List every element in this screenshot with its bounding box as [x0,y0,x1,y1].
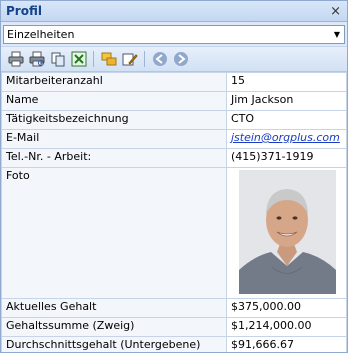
forward-icon[interactable] [172,51,189,68]
employee-photo [239,170,336,294]
table-row: Name Jim Jackson [1,91,347,111]
field-label: E-Mail [1,129,227,149]
excel-export-icon[interactable] [70,51,87,68]
profile-details-table: Mitarbeiteranzahl 15 Name Jim Jackson Tä… [1,72,347,352]
table-row: Durchschnittsgehalt (Untergebene) $91,66… [1,336,347,352]
field-label: Gehaltssumme (Zweig) [1,317,227,337]
field-label: Foto [1,167,227,299]
back-icon[interactable] [151,51,168,68]
field-label: Mitarbeiteranzahl [1,72,227,92]
field-value: $1,214,000.00 [226,317,347,337]
field-value: jstein@orgplus.com [226,129,347,149]
photo-cell [226,167,347,299]
email-link[interactable]: jstein@orgplus.com [231,131,340,144]
table-row: Tel.-Nr. - Arbeit: (415)371-1919 [1,148,347,168]
table-row: Foto [1,167,347,299]
field-value: (415)371-1919 [226,148,347,168]
toolbar [1,46,347,72]
field-label: Aktuelles Gehalt [1,298,227,318]
edit-icon[interactable] [121,51,138,68]
field-label: Tel.-Nr. - Arbeit: [1,148,227,168]
field-label: Durchschnittsgehalt (Untergebene) [1,336,227,352]
table-row: Gehaltssumme (Zweig) $1,214,000.00 [1,317,347,337]
copy-icon[interactable] [49,51,66,68]
field-label: Tätigkeitsbezeichnung [1,110,227,130]
field-value: CTO [226,110,347,130]
field-value: 15 [226,72,347,92]
table-row: E-Mail jstein@orgplus.com [1,129,347,149]
table-row: Aktuelles Gehalt $375,000.00 [1,298,347,318]
close-icon[interactable]: × [330,5,341,18]
profile-panel: Profil × Einzelheiten ▼ Mitarbeiteranzah… [0,0,348,353]
field-value: $375,000.00 [226,298,347,318]
field-label: Name [1,91,227,111]
panel-titlebar: Profil × [1,1,347,22]
org-chart-icon[interactable] [100,51,117,68]
table-row: Mitarbeiteranzahl 15 [1,72,347,92]
toolbar-separator [144,51,145,67]
view-select-value: Einzelheiten [7,28,75,41]
field-value: $91,666.67 [226,336,347,352]
table-row: Tätigkeitsbezeichnung CTO [1,110,347,130]
view-select-row: Einzelheiten ▼ [1,22,347,46]
toolbar-separator [93,51,94,67]
chevron-down-icon[interactable]: ▼ [334,30,340,39]
print-icon[interactable] [7,51,24,68]
field-value: Jim Jackson [226,91,347,111]
print-preview-icon[interactable] [28,51,45,68]
view-select[interactable]: Einzelheiten ▼ [3,25,345,44]
panel-title: Profil [6,4,42,18]
